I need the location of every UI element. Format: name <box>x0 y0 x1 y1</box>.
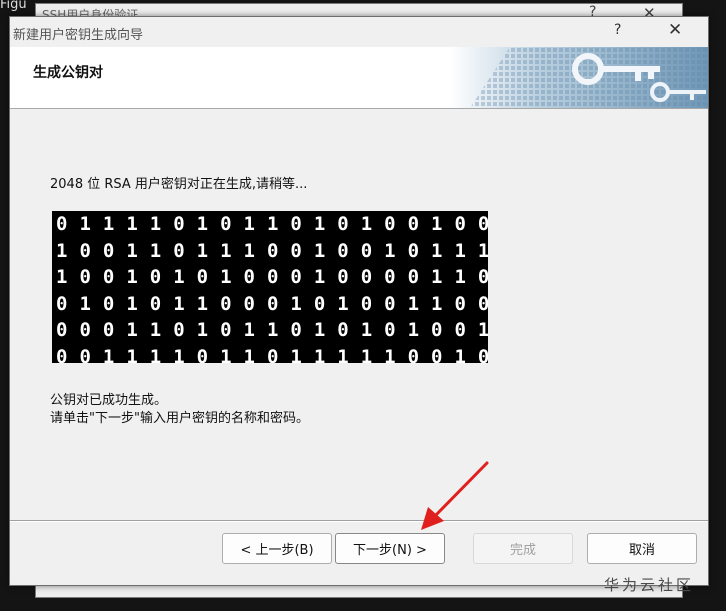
key-bits-display: 0 1 1 1 1 0 1 0 1 1 0 1 0 1 0 0 1 0 0 1 … <box>52 211 488 363</box>
next-step-instruction: 请单击"下一步"输入用户密钥的名称和密码。 <box>50 411 309 426</box>
page-title: 生成公钥对 <box>33 65 103 81</box>
generation-status: 2048 位 RSA 用户密钥对正在生成,请稍等... <box>50 177 308 192</box>
next-button[interactable]: 下一步(N) > <box>335 533 445 564</box>
key-bits-row: 0 0 0 1 1 0 1 0 1 1 0 1 0 1 0 1 0 0 1 0 … <box>56 319 488 341</box>
key-bits-row: 1 0 0 1 1 0 1 1 1 0 0 1 0 0 1 0 1 1 1 1 … <box>56 239 488 262</box>
wizard-header: 生成公钥对 <box>10 47 708 109</box>
finish-button[interactable]: 完成 <box>473 533 573 564</box>
key-bits-row: 1 0 0 1 0 1 0 1 0 0 0 1 0 0 0 0 1 1 0 0 … <box>56 266 488 288</box>
key-wizard-dialog: 新建用户密钥生成向导 ? ✕ 生成公钥对 2048 位 RSA 用户密钥对正在生… <box>9 16 709 586</box>
annotation-arrow-icon <box>421 461 489 530</box>
cancel-button[interactable]: 取消 <box>587 533 697 564</box>
background-figure-label: Figu <box>0 0 27 12</box>
key-bits-row: 0 1 0 1 0 1 1 0 0 0 1 0 1 0 0 1 1 0 0 0 … <box>56 292 488 315</box>
keys-banner-icon <box>450 47 708 108</box>
watermark: 华为云社区 <box>604 576 695 594</box>
dialog-titlebar: 新建用户密钥生成向导 ? ✕ <box>10 17 708 47</box>
help-icon[interactable]: ? <box>614 22 621 38</box>
back-button[interactable]: < 上一步(B) <box>222 533 332 564</box>
key-bits-row: 0 1 1 1 1 0 1 0 1 1 0 1 0 1 0 0 1 0 0 1 … <box>56 213 488 235</box>
wizard-content: 2048 位 RSA 用户密钥对正在生成,请稍等... 0 1 1 1 1 0 … <box>10 109 708 519</box>
button-separator <box>10 520 708 522</box>
success-message: 公钥对已成功生成。 <box>50 393 168 408</box>
close-icon[interactable]: ✕ <box>668 20 682 40</box>
key-bits-row: 0 0 1 1 1 1 0 1 1 0 1 1 1 1 1 0 0 1 0 1 … <box>56 345 488 364</box>
dialog-title: 新建用户密钥生成向导 <box>13 28 144 43</box>
